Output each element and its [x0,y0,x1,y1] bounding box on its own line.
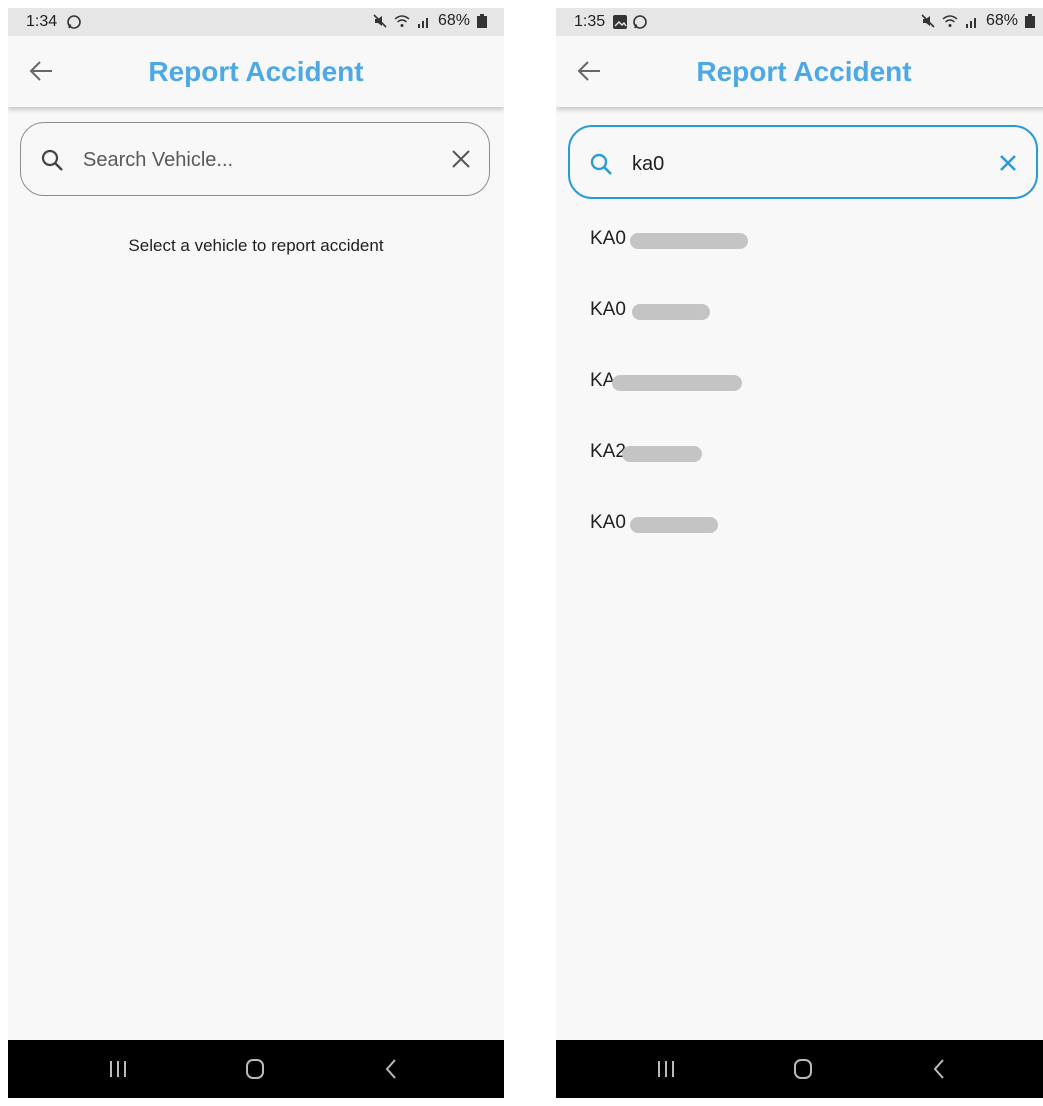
search-bar [568,125,1038,199]
result-item-label: KA0 [590,228,626,249]
result-item[interactable]: KA0 [556,287,1043,358]
search-icon [41,149,63,171]
status-time: 1:34 [26,13,58,30]
home-icon[interactable] [789,1054,817,1084]
search-bar [20,122,490,196]
search-icon [590,153,612,175]
search-input[interactable] [81,141,415,179]
status-time: 1:35 [574,13,606,30]
result-item[interactable]: KA0 [556,500,1043,571]
wifi-icon [942,15,958,27]
status-bar: 1:34 68% [8,8,504,36]
phone-screen-search-results: 1:35 68% Report Accident KA0 KA0 KA [556,8,1043,1098]
system-nav-bar [8,1040,504,1098]
clear-icon[interactable] [996,151,1020,175]
empty-state-message: Select a vehicle to report accident [128,236,384,255]
signal-icon [965,18,976,28]
wifi-icon [394,15,410,27]
gallery-icon [613,15,627,29]
result-item-label: KA0 [590,512,626,533]
battery-percent: 68% [437,12,470,29]
battery-percent: 68% [985,12,1018,29]
page-title: Report Accident [696,56,912,87]
recents-icon[interactable] [652,1054,680,1084]
mute-icon [373,14,387,28]
redaction-mark [632,304,710,320]
recents-icon[interactable] [104,1054,132,1084]
back-nav-icon[interactable] [378,1054,406,1084]
redaction-mark [612,375,742,391]
battery-icon [1025,14,1035,28]
whatsapp-icon [67,15,81,29]
result-item-label: KA2 [590,441,626,462]
back-nav-icon[interactable] [926,1054,954,1084]
app-bar: Report Accident [8,36,504,107]
system-nav-bar [556,1040,1043,1098]
result-item[interactable]: KA0 [556,216,1043,287]
clear-icon[interactable] [449,147,473,171]
app-bar: Report Accident [556,36,1043,107]
result-item[interactable]: KA2 [556,429,1043,500]
redaction-mark [622,446,702,462]
phone-screen-empty-search: 1:34 68% Report Accident Select a vehicl… [8,8,504,1098]
page-title: Report Accident [148,56,364,87]
whatsapp-icon [633,15,647,29]
search-input[interactable] [630,145,964,183]
mute-icon [921,14,935,28]
result-item[interactable]: KA [556,358,1043,429]
redaction-mark [630,233,748,249]
signal-icon [417,18,428,28]
battery-icon [477,14,487,28]
redaction-mark [630,517,718,533]
search-results-list: KA0 KA0 KA KA2 KA0 [556,216,1043,571]
home-icon[interactable] [241,1054,269,1084]
status-bar: 1:35 68% [556,8,1043,36]
result-item-label: KA0 [590,299,626,320]
